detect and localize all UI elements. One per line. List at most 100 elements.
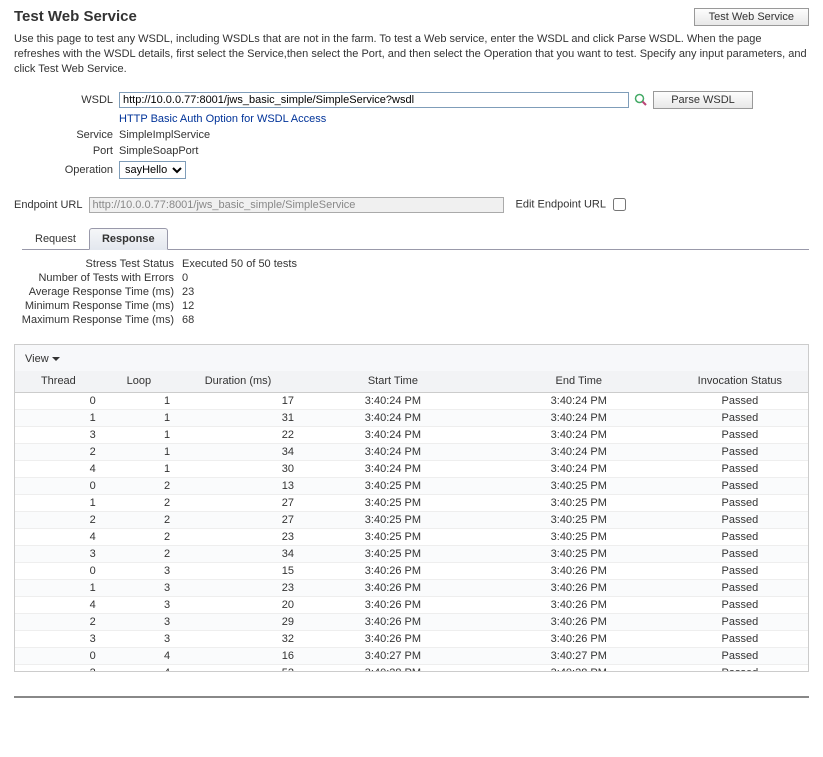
operation-select[interactable]: sayHello (119, 161, 186, 179)
cell-start: 3:40:24 PM (300, 409, 486, 426)
cell-thread: 2 (15, 664, 102, 670)
cell-status: Passed (672, 392, 808, 409)
col-duration[interactable]: Duration (ms) (176, 371, 300, 393)
table-row: 22273:40:25 PM3:40:25 PMPassed (15, 511, 808, 528)
tab-response[interactable]: Response (89, 228, 168, 250)
cell-end: 3:40:25 PM (486, 545, 672, 562)
cell-duration: 13 (176, 477, 300, 494)
cell-end: 3:40:24 PM (486, 409, 672, 426)
cell-thread: 1 (15, 494, 102, 511)
cell-status: Passed (672, 562, 808, 579)
wsdl-input[interactable] (119, 92, 629, 108)
col-start-time[interactable]: Start Time (300, 371, 486, 393)
cell-end: 3:40:25 PM (486, 477, 672, 494)
table-row: 11313:40:24 PM3:40:24 PMPassed (15, 409, 808, 426)
avg-value: 23 (182, 286, 194, 298)
cell-end: 3:40:25 PM (486, 528, 672, 545)
cell-loop: 3 (102, 562, 176, 579)
cell-thread: 4 (15, 596, 102, 613)
table-row: 43203:40:26 PM3:40:26 PMPassed (15, 596, 808, 613)
cell-loop: 1 (102, 409, 176, 426)
cell-loop: 3 (102, 596, 176, 613)
cell-status: Passed (672, 579, 808, 596)
cell-start: 3:40:25 PM (300, 477, 486, 494)
view-label: View (25, 353, 49, 365)
cell-start: 3:40:24 PM (300, 426, 486, 443)
parse-wsdl-button[interactable]: Parse WSDL (653, 91, 753, 109)
cell-start: 3:40:26 PM (300, 613, 486, 630)
cell-thread: 2 (15, 511, 102, 528)
cell-end: 3:40:25 PM (486, 511, 672, 528)
cell-duration: 29 (176, 613, 300, 630)
cell-loop: 2 (102, 494, 176, 511)
endpoint-url-label: Endpoint URL (14, 199, 83, 211)
errors-label: Number of Tests with Errors (14, 272, 182, 284)
service-label: Service (14, 129, 119, 141)
cell-end: 3:40:26 PM (486, 562, 672, 579)
cell-loop: 3 (102, 579, 176, 596)
avg-label: Average Response Time (ms) (14, 286, 182, 298)
cell-loop: 4 (102, 647, 176, 664)
http-basic-auth-link[interactable]: HTTP Basic Auth Option for WSDL Access (119, 113, 326, 125)
cell-thread: 1 (15, 409, 102, 426)
cell-loop: 3 (102, 630, 176, 647)
col-invocation-status[interactable]: Invocation Status (672, 371, 808, 393)
cell-loop: 2 (102, 528, 176, 545)
cell-start: 3:40:26 PM (300, 596, 486, 613)
table-row: 13233:40:26 PM3:40:26 PMPassed (15, 579, 808, 596)
cell-end: 3:40:25 PM (486, 494, 672, 511)
cell-loop: 1 (102, 443, 176, 460)
col-end-time[interactable]: End Time (486, 371, 672, 393)
table-row: 01173:40:24 PM3:40:24 PMPassed (15, 392, 808, 409)
table-row: 31223:40:24 PM3:40:24 PMPassed (15, 426, 808, 443)
col-thread[interactable]: Thread (15, 371, 102, 393)
cell-duration: 16 (176, 647, 300, 664)
cell-start: 3:40:25 PM (300, 528, 486, 545)
cell-duration: 30 (176, 460, 300, 477)
cell-end: 3:40:28 PM (486, 664, 672, 670)
cell-start: 3:40:25 PM (300, 511, 486, 528)
cell-start: 3:40:27 PM (300, 647, 486, 664)
operation-label: Operation (14, 164, 119, 176)
cell-status: Passed (672, 664, 808, 670)
cell-status: Passed (672, 511, 808, 528)
view-menu[interactable]: View (25, 353, 60, 365)
cell-duration: 31 (176, 409, 300, 426)
table-row: 33323:40:26 PM3:40:26 PMPassed (15, 630, 808, 647)
cell-thread: 0 (15, 562, 102, 579)
cell-thread: 1 (15, 579, 102, 596)
search-icon[interactable] (633, 92, 649, 108)
col-loop[interactable]: Loop (102, 371, 176, 393)
cell-status: Passed (672, 477, 808, 494)
cell-duration: 20 (176, 596, 300, 613)
cell-duration: 17 (176, 392, 300, 409)
min-label: Minimum Response Time (ms) (14, 300, 182, 312)
cell-status: Passed (672, 494, 808, 511)
cell-thread: 0 (15, 647, 102, 664)
test-web-service-button[interactable]: Test Web Service (694, 8, 809, 26)
page-description: Use this page to test any WSDL, includin… (14, 32, 809, 77)
cell-loop: 1 (102, 460, 176, 477)
min-value: 12 (182, 300, 194, 312)
tab-request[interactable]: Request (22, 228, 89, 250)
cell-thread: 3 (15, 426, 102, 443)
endpoint-url-input (89, 197, 504, 213)
cell-thread: 4 (15, 460, 102, 477)
table-row: 24523:40:28 PM3:40:28 PMPassed (15, 664, 808, 670)
cell-thread: 0 (15, 477, 102, 494)
cell-thread: 4 (15, 528, 102, 545)
cell-duration: 32 (176, 630, 300, 647)
cell-duration: 34 (176, 443, 300, 460)
cell-loop: 2 (102, 511, 176, 528)
stress-status-label: Stress Test Status (14, 258, 182, 270)
cell-status: Passed (672, 528, 808, 545)
cell-start: 3:40:24 PM (300, 443, 486, 460)
cell-status: Passed (672, 596, 808, 613)
cell-start: 3:40:24 PM (300, 460, 486, 477)
edit-endpoint-checkbox[interactable] (613, 198, 626, 211)
cell-duration: 22 (176, 426, 300, 443)
cell-thread: 0 (15, 392, 102, 409)
cell-loop: 1 (102, 426, 176, 443)
port-value: SimpleSoapPort (119, 145, 199, 157)
cell-status: Passed (672, 630, 808, 647)
